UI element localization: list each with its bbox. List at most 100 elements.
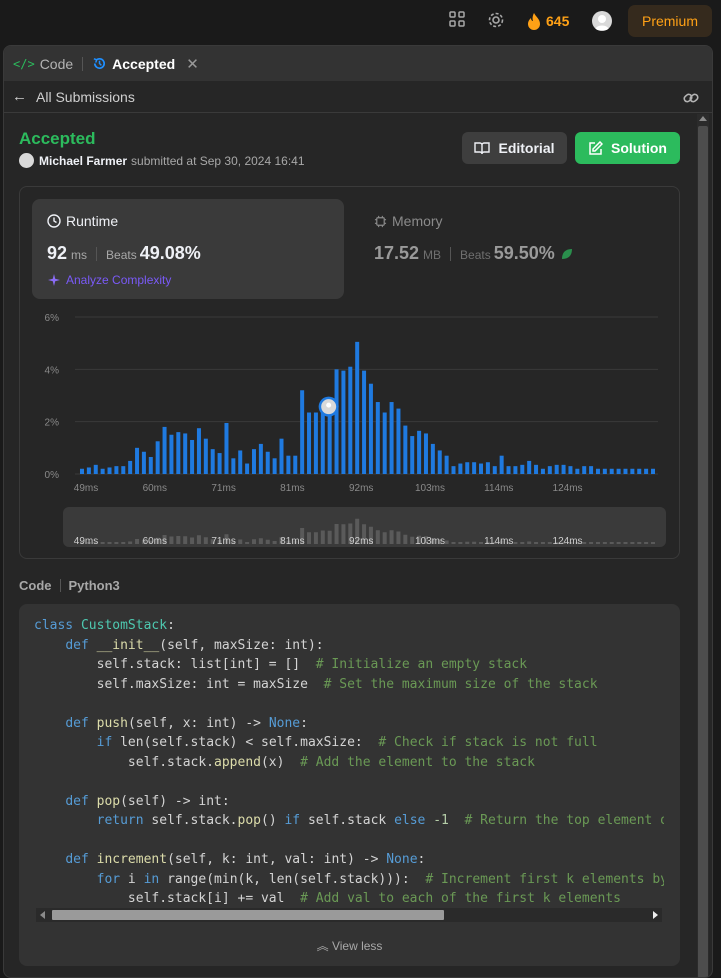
overview-tick-label: 114ms <box>484 536 513 547</box>
distribution-bar <box>258 443 263 474</box>
distribution-bar <box>485 462 490 474</box>
divider <box>96 246 98 261</box>
memory-beats-value: 59.50% <box>493 243 555 263</box>
distribution-bar <box>217 453 222 474</box>
code-icon: </> <box>13 56 35 71</box>
distribution-bar <box>334 369 339 474</box>
editorial-button[interactable]: Editorial <box>462 132 567 164</box>
overview-bar <box>121 542 126 544</box>
analyze-complexity-link[interactable]: Analyze Complexity <box>47 273 171 287</box>
distribution-bar <box>637 468 642 474</box>
distribution-bar <box>148 456 153 474</box>
distribution-bar <box>141 451 146 474</box>
overview-bar <box>513 542 518 544</box>
distribution-bar <box>135 447 140 474</box>
overview-bar <box>637 542 642 544</box>
runtime-distribution-chart[interactable]: 6% 4% 2% 0% 49ms 60ms 71ms 81ms 92ms 103ms 114ms 12… <box>20 302 679 552</box>
distribution-bar <box>375 402 380 474</box>
overview-bar <box>623 542 628 544</box>
memory-beats-label: Beats <box>460 248 491 262</box>
overview-bar <box>245 542 250 544</box>
memory-title: Memory <box>374 213 443 229</box>
code-line: def push(self, x: int) -> None: <box>65 715 308 731</box>
distribution-bar <box>554 464 559 474</box>
overview-bar <box>582 542 587 544</box>
chip-icon <box>374 215 387 227</box>
overview-bar <box>272 541 277 544</box>
runtime-beats-value: 49.08% <box>139 243 201 263</box>
overview-bar <box>527 541 532 544</box>
overview-bar <box>609 542 614 544</box>
vertical-scrollbar[interactable] <box>697 114 709 977</box>
submitter-name[interactable]: Michael Farmer <box>39 154 127 168</box>
x-tick-label: 114ms <box>484 483 513 494</box>
x-tick-label: 60ms <box>143 483 167 494</box>
overview-bar <box>258 538 263 544</box>
distribution-bar <box>575 468 580 474</box>
memory-card[interactable]: Memory 17.52 MB Beats 59.50% <box>359 199 659 299</box>
overview-bar <box>375 530 380 544</box>
tab-code[interactable]: </> Code <box>13 56 73 72</box>
distribution-bar <box>403 425 408 474</box>
distribution-bar <box>121 466 126 474</box>
overview-bar <box>107 542 112 544</box>
y-tick-label: 2% <box>45 418 60 429</box>
link-icon[interactable] <box>682 89 700 107</box>
distribution-bar <box>472 462 477 474</box>
distribution-bar <box>561 464 566 474</box>
language-label: Python3 <box>68 578 120 593</box>
submission-byline: Michael Farmer submitted at Sep 30, 2024… <box>19 153 305 168</box>
distribution-bar <box>169 434 174 474</box>
distribution-bar <box>547 466 552 474</box>
view-less-button[interactable]: ︽ View less <box>19 937 680 954</box>
distribution-bar <box>100 468 105 474</box>
distribution-bar <box>582 466 587 474</box>
horizontal-scrollbar[interactable] <box>36 908 662 922</box>
all-submissions-link[interactable]: All Submissions <box>36 89 135 105</box>
distribution-bar <box>410 436 415 474</box>
distribution-bar <box>623 468 628 474</box>
overview-bar <box>265 539 270 544</box>
overview-bar <box>589 542 594 544</box>
solution-label: Solution <box>611 140 667 156</box>
scroll-up-arrow[interactable] <box>699 116 707 121</box>
distribution-bar <box>210 449 215 474</box>
overview-bar <box>169 536 174 544</box>
tab-accepted[interactable]: Accepted ✕ <box>92 55 199 73</box>
distribution-bar <box>465 462 470 474</box>
premium-button[interactable]: Premium <box>628 5 712 37</box>
overview-bar <box>135 539 140 544</box>
x-tick-label: 81ms <box>280 483 304 494</box>
scroll-right-arrow[interactable] <box>653 911 658 919</box>
grid-icon[interactable] <box>447 11 467 31</box>
code-line: for i in range(min(k, len(self.stack))):… <box>96 871 664 887</box>
close-icon[interactable]: ✕ <box>186 55 199 73</box>
runtime-card[interactable]: Runtime 92 ms Beats 49.08% Analyze Compl… <box>32 199 344 299</box>
scroll-left-arrow[interactable] <box>40 911 45 919</box>
overview-bar <box>389 530 394 544</box>
arrow-left-icon[interactable]: ← <box>12 88 27 105</box>
tab-divider <box>82 56 84 71</box>
gear-icon[interactable] <box>486 11 506 31</box>
code-line: if len(self.stack) < self.maxSize: # Che… <box>96 735 598 750</box>
scrollbar-thumb[interactable] <box>698 126 708 977</box>
distribution-bar <box>651 468 655 474</box>
double-chevron-up-icon: ︽ <box>316 939 329 953</box>
distribution-bar <box>506 466 511 474</box>
user-avatar[interactable] <box>592 11 612 31</box>
overview-bar <box>630 542 635 544</box>
horizontal-scrollbar-thumb[interactable] <box>52 910 444 920</box>
distribution-bar <box>107 467 112 474</box>
distribution-bar <box>251 449 256 474</box>
analyze-label: Analyze Complexity <box>66 273 172 287</box>
overview-bar <box>251 539 256 544</box>
overview-bar <box>479 542 484 544</box>
streak-counter[interactable]: 645 <box>527 11 569 31</box>
code-content[interactable]: class CustomStack: def __init__(self, ma… <box>34 616 664 912</box>
solution-button[interactable]: Solution <box>575 132 680 164</box>
distribution-bar <box>595 468 600 474</box>
submitter-avatar[interactable] <box>19 153 34 168</box>
distribution-bar <box>362 370 367 474</box>
